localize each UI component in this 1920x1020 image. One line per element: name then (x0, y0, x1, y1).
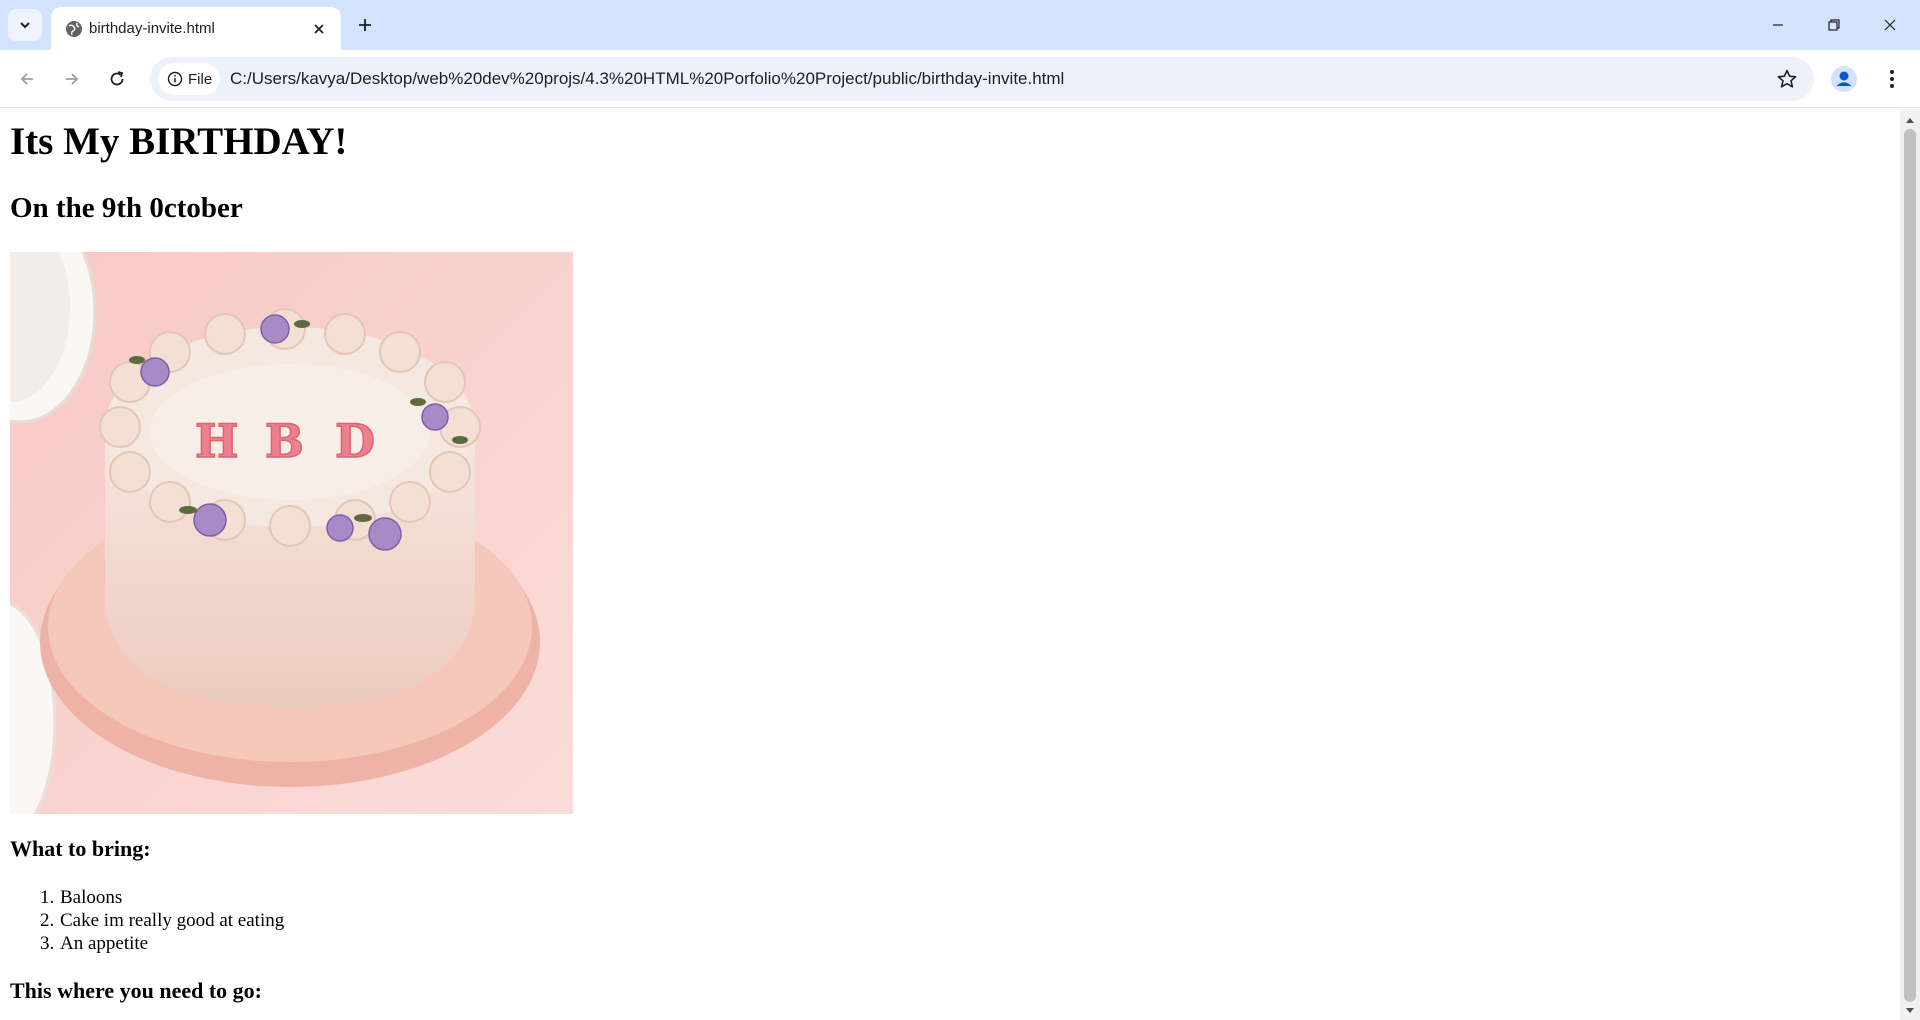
address-bar[interactable]: File C:/Users/kavya/Desktop/web%20dev%20… (150, 57, 1814, 101)
browser-toolbar: File C:/Users/kavya/Desktop/web%20dev%20… (0, 50, 1920, 108)
close-window-button[interactable] (1862, 0, 1918, 50)
page-heading: Its My BIRTHDAY! (10, 120, 348, 163)
cake-letter-d: D (335, 414, 375, 468)
restore-icon (1828, 19, 1840, 31)
close-icon (1884, 19, 1896, 31)
plus-icon (359, 19, 371, 31)
vertical-scrollbar[interactable] (1900, 109, 1920, 1020)
date-subheading: On the 9th 0ctober (10, 192, 243, 224)
globe-icon (66, 21, 82, 37)
file-label: File (188, 70, 213, 88)
caret-up-icon (1906, 118, 1914, 123)
cake-letter-h: H (195, 414, 238, 468)
close-tab-button[interactable] (309, 19, 329, 39)
back-button[interactable] (10, 62, 44, 96)
scroll-thumb[interactable] (1904, 129, 1916, 1002)
tab-strip: birthday-invite.html (0, 0, 1920, 50)
kebab-menu-icon (1890, 70, 1894, 88)
cake-image: H B D (10, 252, 573, 814)
url-text[interactable]: C:/Users/kavya/Desktop/web%20dev%20projs… (230, 69, 1064, 89)
minimize-icon (1773, 24, 1783, 26)
new-tab-button[interactable] (353, 13, 377, 37)
browser-menu-button[interactable] (1880, 65, 1904, 93)
profile-icon[interactable] (1830, 65, 1858, 93)
tab-title: birthday-invite.html (89, 20, 215, 37)
tab-search-button[interactable] (8, 9, 42, 41)
star-icon[interactable] (1776, 68, 1798, 90)
caret-down-icon (1906, 1008, 1914, 1013)
chevron-down-icon (20, 22, 30, 29)
scroll-down-button[interactable] (1900, 1004, 1920, 1018)
site-info-chip[interactable]: File (158, 63, 220, 95)
info-icon (167, 71, 183, 87)
bring-heading: What to bring: (10, 836, 151, 861)
reload-button[interactable] (100, 62, 134, 96)
forward-button[interactable] (55, 62, 89, 96)
close-icon (314, 24, 324, 34)
arrow-right-icon (66, 73, 79, 85)
minimize-button[interactable] (1750, 0, 1806, 50)
page-viewport: Its My BIRTHDAY! On the 9th 0ctober H B … (0, 109, 1900, 1020)
restore-button[interactable] (1806, 0, 1862, 50)
scroll-up-button[interactable] (1900, 113, 1920, 127)
active-tab[interactable]: birthday-invite.html (51, 7, 341, 50)
directions-heading: This where you need to go: (10, 978, 262, 1003)
cake-letter-b: B (265, 414, 304, 468)
reload-icon (110, 71, 124, 86)
arrow-left-icon (20, 73, 33, 85)
